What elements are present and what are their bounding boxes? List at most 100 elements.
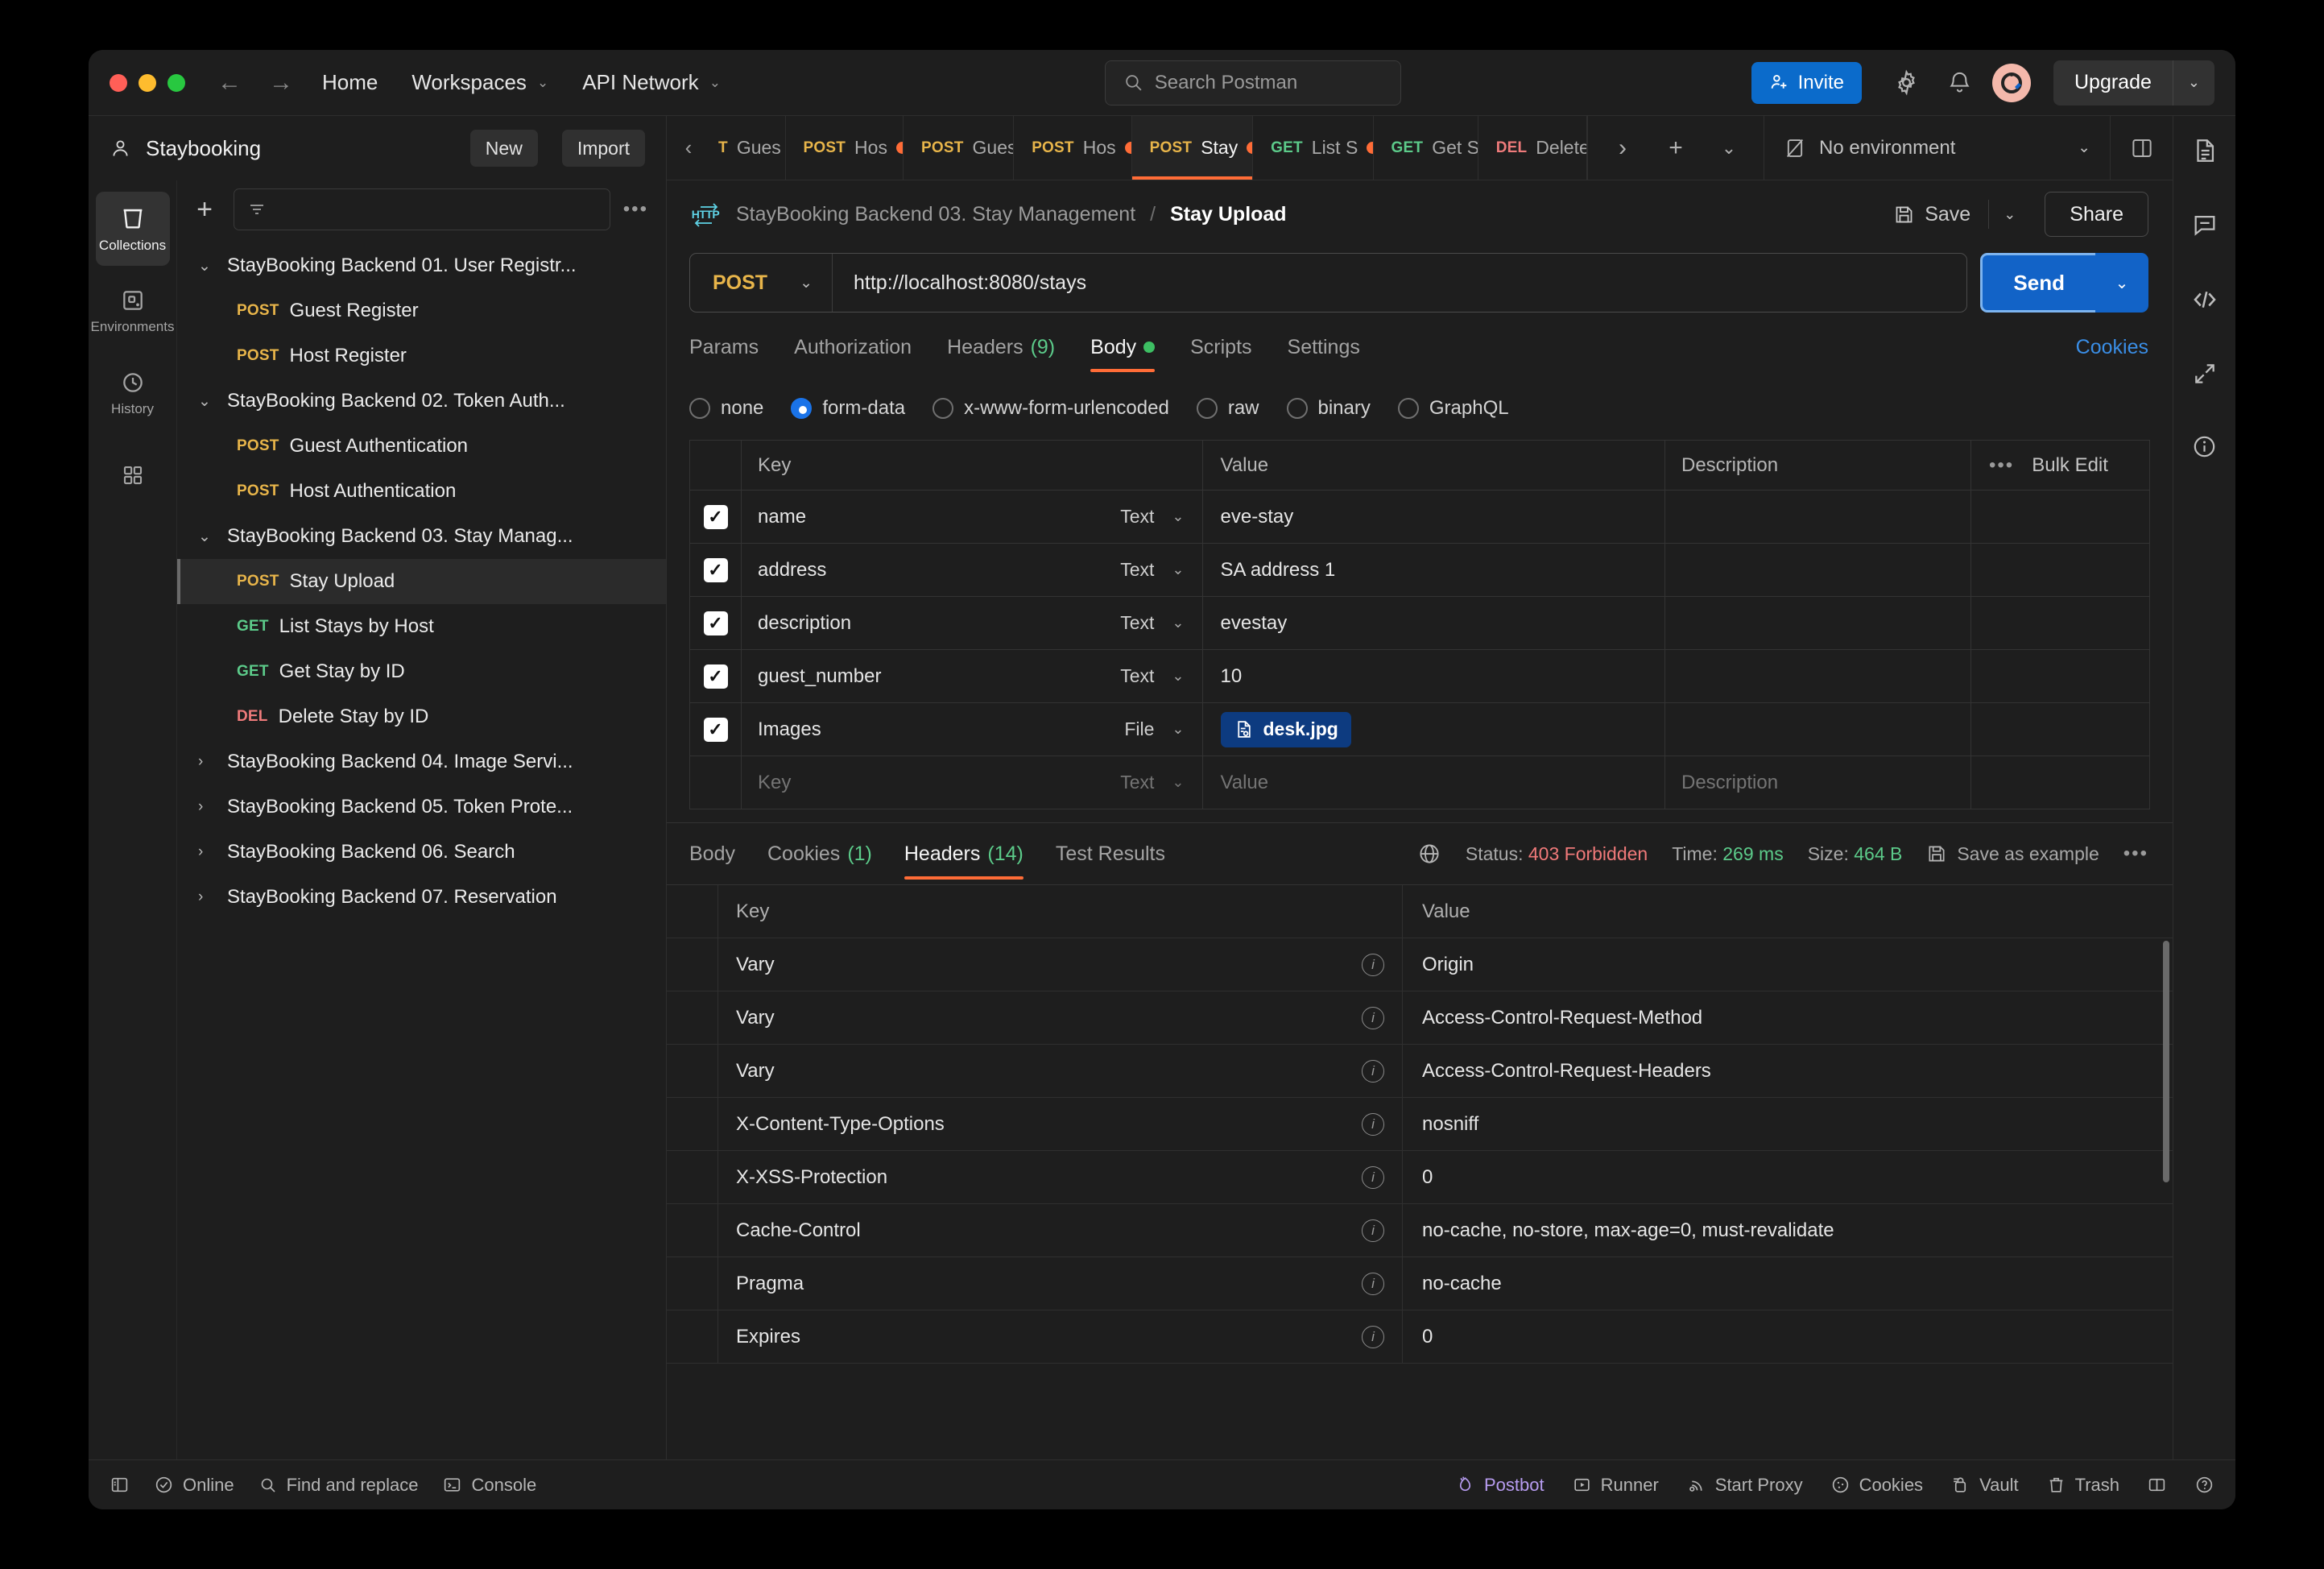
environment-selector[interactable]: No environment ⌄ (1764, 116, 2110, 180)
save-request-button[interactable]: Save (1880, 203, 1983, 226)
info-icon[interactable]: i (1362, 1113, 1384, 1136)
bulk-edit-button[interactable]: Bulk Edit (2032, 454, 2108, 477)
comments-button[interactable] (2191, 211, 2219, 238)
cookies-link[interactable]: Cookies (2076, 336, 2148, 359)
home-link[interactable]: Home (322, 70, 378, 95)
row-checkbox[interactable]: ✓ (704, 505, 728, 529)
sidebar-item-collections[interactable]: Collections (96, 192, 170, 266)
tab-authorization[interactable]: Authorization (794, 317, 912, 377)
row-value-cell[interactable]: 10 (1202, 650, 1665, 702)
info-icon[interactable]: i (1362, 1166, 1384, 1189)
runner-button[interactable]: Runner (1572, 1475, 1659, 1496)
minimize-window-button[interactable] (139, 74, 156, 92)
search-input[interactable]: Search Postman (1105, 60, 1401, 106)
open-tab[interactable]: POSTHos (1014, 116, 1131, 180)
add-collection-button[interactable]: + (188, 194, 221, 226)
cookies-button[interactable]: Cookies (1830, 1475, 1923, 1496)
close-window-button[interactable] (110, 74, 127, 92)
response-tab-cookies[interactable]: Cookies(1) (767, 823, 872, 884)
body-mode-urlencoded[interactable]: x-www-form-urlencoded (932, 397, 1169, 420)
start-proxy-button[interactable]: Start Proxy (1686, 1475, 1803, 1496)
sidebar-item-apps[interactable] (96, 438, 170, 512)
tree-folder[interactable]: ›StayBooking Backend 05. Token Prote... (177, 784, 666, 830)
row-checkbox[interactable]: ✓ (704, 718, 728, 742)
body-mode-raw[interactable]: raw (1197, 397, 1259, 420)
sidebar-item-environments[interactable]: Environments (96, 274, 170, 348)
expand-collapse-button[interactable] (2192, 361, 2218, 387)
url-input[interactable]: http://localhost:8080/stays (833, 271, 1107, 295)
vault-button[interactable]: Vault (1950, 1475, 2019, 1496)
tree-folder[interactable]: ⌄StayBooking Backend 02. Token Auth... (177, 379, 666, 424)
invite-button[interactable]: Invite (1751, 62, 1862, 104)
response-more-options-button[interactable]: ••• (2123, 842, 2148, 865)
tree-request[interactable]: DELDelete Stay by ID (177, 694, 666, 739)
tab-headers[interactable]: Headers(9) (947, 317, 1055, 377)
body-mode-form-data[interactable]: form-data (791, 397, 905, 420)
row-value-cell[interactable]: SA address 1 (1202, 544, 1665, 596)
body-mode-none[interactable]: none (689, 397, 763, 420)
tab-settings[interactable]: Settings (1288, 317, 1360, 377)
settings-button[interactable] (1886, 63, 1926, 103)
row-value-cell[interactable]: eve-stay (1202, 491, 1665, 543)
row-key-cell[interactable]: descriptionText⌄ (742, 597, 1202, 649)
row-type-selector[interactable]: Text⌄ (1120, 772, 1201, 793)
documentation-button[interactable] (2191, 137, 2219, 164)
tree-folder[interactable]: ›StayBooking Backend 07. Reservation (177, 875, 666, 920)
help-button[interactable] (2194, 1475, 2214, 1495)
send-button[interactable]: Send (1980, 253, 2095, 313)
sidebar-toggle-button[interactable] (110, 1475, 130, 1495)
row-description-cell[interactable] (1664, 597, 1970, 649)
info-icon[interactable]: i (1362, 1326, 1384, 1348)
row-type-selector[interactable]: Text⌄ (1120, 559, 1201, 581)
postbot-button[interactable]: Postbot (1455, 1475, 1545, 1496)
find-and-replace-button[interactable]: Find and replace (258, 1475, 419, 1496)
row-key-cell[interactable]: addressText⌄ (742, 544, 1202, 596)
notifications-button[interactable] (1939, 63, 1979, 103)
info-icon[interactable]: i (1362, 1219, 1384, 1242)
open-tab-active[interactable]: POSTStay (1132, 116, 1253, 180)
user-avatar[interactable] (1992, 64, 2031, 102)
tree-request-stay-upload[interactable]: POSTStay Upload (177, 559, 666, 604)
new-tab-button[interactable]: + (1649, 116, 1702, 180)
row-value-cell[interactable]: evestay (1202, 597, 1665, 649)
row-key-cell[interactable]: KeyText⌄ (742, 756, 1202, 809)
response-tab-test-results[interactable]: Test Results (1056, 823, 1165, 884)
tree-request[interactable]: POSTGuest Register (177, 288, 666, 333)
response-tab-headers[interactable]: Headers(14) (904, 823, 1023, 884)
upgrade-button[interactable]: Upgrade (2053, 60, 2173, 106)
workspaces-menu[interactable]: Workspaces ⌄ (411, 70, 548, 95)
open-tab[interactable]: GETList S (1253, 116, 1373, 180)
tabs-dropdown-button[interactable]: ⌄ (1702, 116, 1755, 180)
trash-button[interactable]: Trash (2046, 1475, 2119, 1496)
tree-request[interactable]: GETGet Stay by ID (177, 649, 666, 694)
tree-more-options-button[interactable]: ••• (623, 198, 648, 221)
info-icon[interactable]: i (1362, 1060, 1384, 1083)
body-mode-binary[interactable]: binary (1287, 397, 1371, 420)
response-scrollbar[interactable] (2163, 941, 2169, 1182)
row-description-cell[interactable]: Description (1664, 756, 1970, 809)
tab-params[interactable]: Params (689, 317, 759, 377)
open-tab[interactable]: TGues (710, 116, 786, 180)
tab-scripts[interactable]: Scripts (1190, 317, 1251, 377)
tree-request[interactable]: POSTHost Authentication (177, 469, 666, 514)
filter-input[interactable] (234, 188, 610, 230)
info-icon[interactable]: i (1362, 1273, 1384, 1295)
back-arrow-icon[interactable]: ← (217, 71, 242, 95)
row-description-cell[interactable] (1664, 491, 1970, 543)
tree-folder[interactable]: ⌄StayBooking Backend 01. User Registr... (177, 243, 666, 288)
row-type-selector[interactable]: Text⌄ (1120, 506, 1201, 528)
layout-toggle-button[interactable] (2147, 1475, 2167, 1495)
tree-folder[interactable]: ›StayBooking Backend 06. Search (177, 830, 666, 875)
import-button[interactable]: Import (562, 130, 645, 167)
code-snippet-button[interactable] (2190, 285, 2219, 314)
environment-quick-look-button[interactable] (2110, 116, 2173, 180)
row-checkbox[interactable]: ✓ (704, 664, 728, 689)
breadcrumb-parent[interactable]: StayBooking Backend 03. Stay Management (736, 203, 1135, 226)
info-icon[interactable]: i (1362, 1007, 1384, 1029)
tree-folder[interactable]: ⌄StayBooking Backend 03. Stay Manag... (177, 514, 666, 559)
row-type-selector[interactable]: File⌄ (1124, 718, 1201, 740)
open-tab[interactable]: DELDelete (1478, 116, 1587, 180)
tab-body[interactable]: Body (1090, 317, 1155, 377)
open-tab[interactable]: POSTHos (786, 116, 904, 180)
row-key-cell[interactable]: ImagesFile⌄ (742, 703, 1202, 756)
